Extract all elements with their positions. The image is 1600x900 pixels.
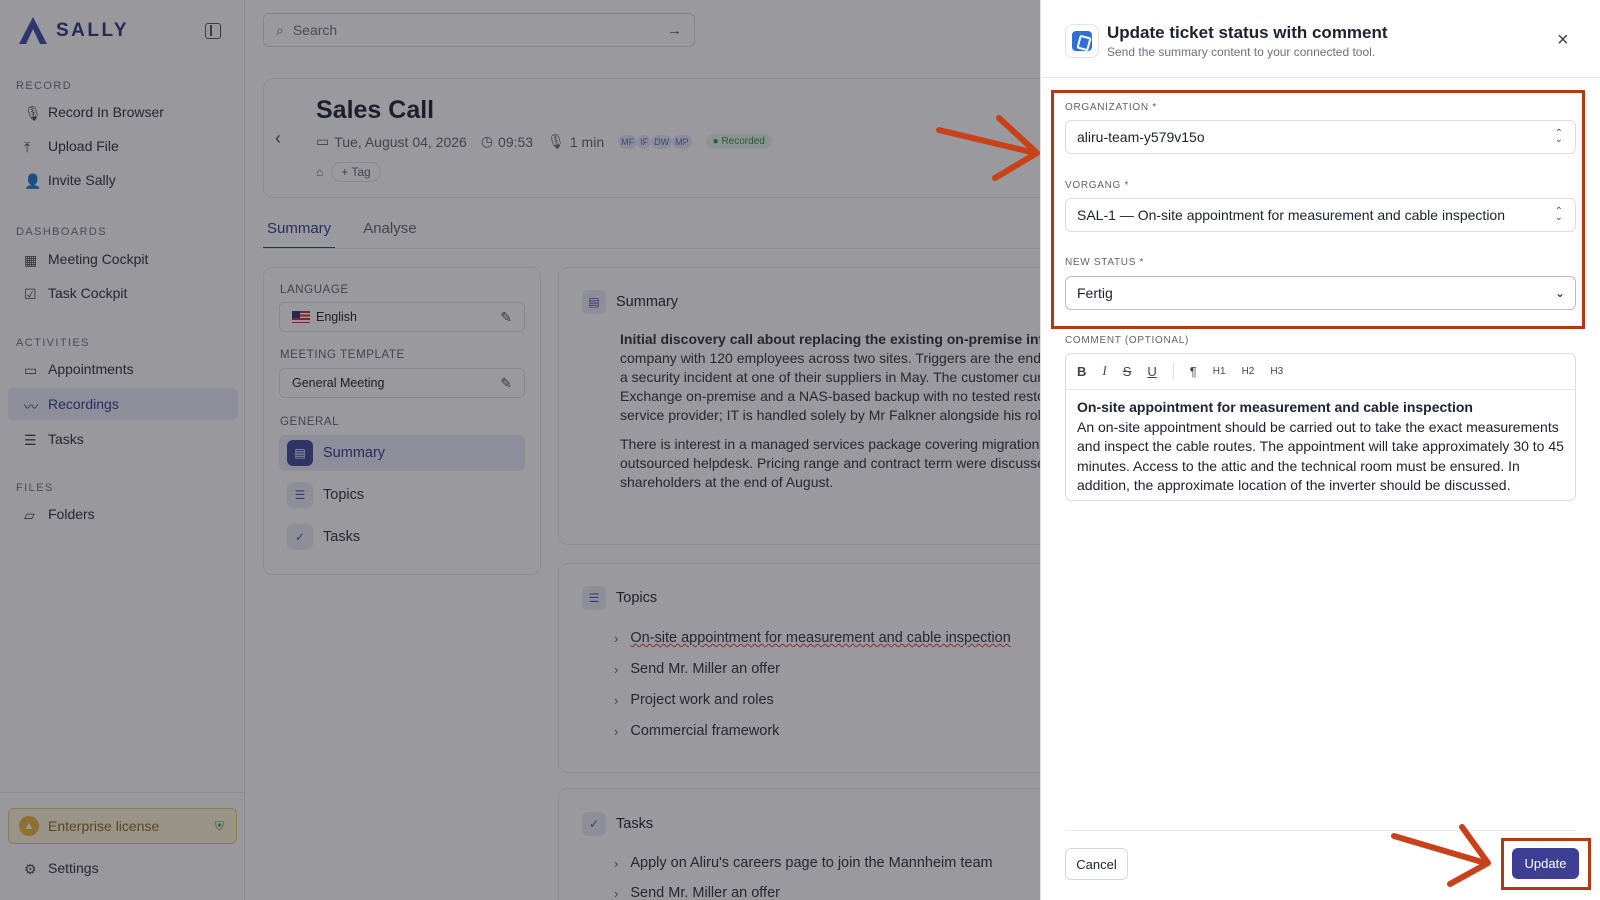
drawer-title: Update ticket status with comment [1107,23,1388,42]
heading2-button[interactable]: H2 [1242,366,1255,377]
editor-toolbar: B I S U ¶ H1 H2 H3 [1065,353,1576,390]
annotation-highlight-fields [1051,90,1585,329]
drawer-subtitle: Send the summary content to your connect… [1107,45,1376,59]
drawer-header-divider [1040,77,1600,78]
modal-backdrop[interactable] [0,0,1040,900]
integration-logo [1065,24,1099,58]
heading3-button[interactable]: H3 [1270,366,1283,377]
paragraph-button[interactable]: ¶ [1190,364,1197,379]
underline-button[interactable]: U [1147,364,1156,379]
italic-button[interactable]: I [1102,363,1106,379]
comment-body: An on-site appointment should be carried… [1077,418,1564,494]
close-icon[interactable]: × [1557,30,1569,50]
comment-content[interactable]: On-site appointment for measurement and … [1077,398,1567,496]
update-button[interactable]: Update [1512,848,1579,879]
toolbar-separator [1172,363,1174,379]
comment-title: On-site appointment for measurement and … [1077,399,1473,415]
annotation-arrow-icon [936,115,1040,181]
annotation-arrow-icon [1391,824,1491,887]
bold-button[interactable]: B [1077,364,1086,379]
heading1-button[interactable]: H1 [1213,366,1226,377]
strikethrough-button[interactable]: S [1123,364,1132,379]
jira-icon [1072,31,1092,51]
cancel-button[interactable]: Cancel [1065,848,1128,880]
comment-label: COMMENT (OPTIONAL) [1065,335,1190,346]
app-root: SALLY RECORD 🎙 Record In Browser ⤒ Uploa… [0,0,1600,900]
